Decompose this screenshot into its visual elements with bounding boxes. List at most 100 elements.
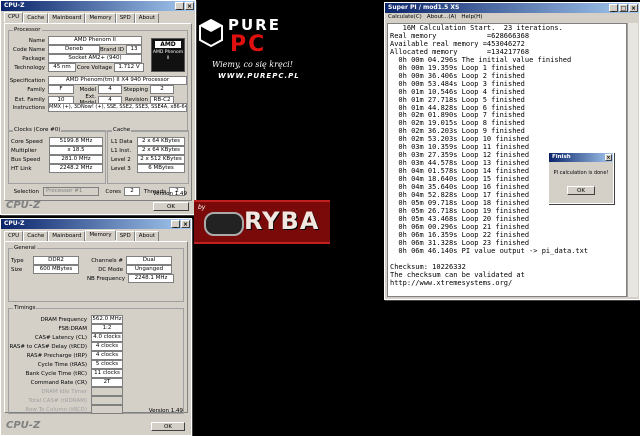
cpu-tab-panel: Processor Name AMD Phenom II Code Name D… [4, 23, 192, 201]
maximize-button[interactable]: □ [619, 4, 628, 12]
package-value: Socket AM2+ (940) [48, 54, 142, 63]
multiplier-label: Multiplier [11, 147, 37, 154]
close-button[interactable]: × [181, 220, 190, 228]
timing-label: RAS# Precharge (tRP) [26, 352, 87, 359]
corespeed-label: Core Speed [11, 138, 43, 145]
tab-cache[interactable]: Cache [23, 13, 49, 23]
cpuz-cpu-logo: CPU-Z [6, 200, 41, 211]
cpuz-cpu-version: Version 1.49 [152, 191, 187, 197]
clocks-group-title: Clocks (Core #0) [13, 127, 62, 133]
amd-phenom-logo: AMD AMD Phenom II [151, 38, 185, 72]
superpi-scrollbar[interactable] [627, 23, 638, 297]
cpuz-memory-tabs: CPU Cache Mainboard Memory SPD About [1, 229, 191, 241]
superpi-menubar: Calculate(C) About...(A) Help(H) [385, 13, 482, 22]
selection-label: Selection [13, 188, 39, 195]
tab-memory[interactable]: Memory [85, 230, 116, 240]
l1inst-value: 2 x 64 KBytes [137, 146, 185, 155]
tab-spd[interactable]: SPD [115, 231, 135, 241]
level3-value: 6 MBytes [137, 164, 185, 173]
menu-calculate[interactable]: Calculate(C) [388, 13, 422, 22]
close-button[interactable]: × [605, 154, 612, 161]
finish-title: Finish [552, 154, 571, 160]
cpuz-memory-titlebar[interactable]: CPU-Z _ × [1, 219, 191, 229]
package-label: Package [22, 55, 45, 62]
close-button[interactable]: × [185, 2, 194, 10]
finish-ok-button[interactable]: OK [567, 186, 595, 195]
l1data-value: 2 x 64 KBytes [137, 137, 185, 146]
tab-spd[interactable]: SPD [115, 13, 135, 23]
channels-label: Channels # [91, 257, 123, 264]
cores-value: 2 [124, 187, 140, 196]
menu-help[interactable]: Help(H) [461, 13, 482, 22]
model-value: 4 [98, 85, 122, 94]
tab-memory[interactable]: Memory [85, 13, 116, 23]
timing-value [91, 396, 123, 405]
timing-value: 562.0 MHz [91, 315, 123, 324]
tab-cpu[interactable]: CPU [4, 231, 24, 241]
ryba-name: RYBA [244, 207, 320, 235]
finish-dialog: Finish × PI calculation is done! OK [548, 152, 614, 204]
finish-titlebar[interactable]: Finish × [549, 153, 613, 162]
l1data-label: L1 Data [111, 138, 133, 145]
minimize-button[interactable]: _ [609, 4, 618, 12]
name-value: AMD Phenom II [48, 36, 142, 45]
superpi-title: Super PI / mod1.5 XS [388, 4, 460, 11]
tab-about[interactable]: About [134, 231, 159, 241]
instructions-value: MMX (+), 3DNow! (+), SSE, SSE2, SSE3, SS… [48, 103, 187, 112]
tab-cache[interactable]: Cache [23, 231, 49, 241]
spec-value: AMD Phenom(tm) II X4 940 Processor [48, 76, 187, 85]
timing-value: 4 clocks [91, 351, 123, 360]
minimize-button[interactable]: _ [175, 2, 184, 10]
superpi-titlebar[interactable]: Super PI / mod1.5 XS _ □ × [385, 3, 639, 13]
tab-cpu[interactable]: CPU [4, 12, 24, 22]
mem-size-label: Size [11, 266, 23, 273]
amd-badge-text: AMD Phenom II [152, 50, 184, 61]
timing-value: 4.0 clocks [91, 333, 123, 342]
timing-row: FSB:DRAM 1:2 [9, 324, 123, 333]
instructions-label: Instructions [12, 104, 45, 111]
processor-group-title: Processor [13, 27, 42, 33]
selection-dropdown[interactable]: Processor #1 [43, 187, 99, 196]
tab-mainboard[interactable]: Mainboard [48, 13, 86, 23]
timing-label: FSB:DRAM [58, 325, 87, 332]
ryba-emblem [204, 212, 244, 236]
timing-value: 5 clocks [91, 360, 123, 369]
superpi-output-line: http://www.xtremesystems.org/ [390, 278, 513, 287]
nbfreq-value: 2248.1 MHz [128, 274, 174, 283]
superpi-output-line: 0h 06m 46.140s PI value output -> pi_dat… [390, 246, 589, 255]
timing-label: Bank Cycle Time (tRC) [25, 370, 87, 377]
minimize-button[interactable]: _ [171, 220, 180, 228]
level3-label: Level 3 [111, 165, 131, 172]
cpuz-cpu-titlebar[interactable]: CPU-Z _ × [1, 1, 195, 11]
purepc-text-pc: PC [230, 32, 267, 57]
busspeed-value: 281.0 MHz [49, 155, 103, 164]
spec-label: Specification [9, 77, 45, 84]
cpuz-cpu-window: CPU-Z _ × CPU Cache Mainboard Memory SPD… [0, 0, 196, 215]
cpuz-cpu-ok-button[interactable]: OK [153, 202, 189, 211]
finish-message: PI calculation is done! [553, 170, 609, 176]
purepc-banner: PURE PC Wiemy, co się kręci! WWW.PUREPC.… [196, 8, 336, 84]
cache-group-title: Cache [112, 127, 132, 133]
menu-about[interactable]: About...(A) [427, 13, 457, 22]
cpuz-memory-version: Version 1.49 [148, 408, 183, 414]
level2-label: Level 2 [111, 156, 131, 163]
timing-value: 4 clocks [91, 342, 123, 351]
timing-label: CAS# Latency (CL) [34, 334, 87, 341]
timing-row: RAS# Precharge (tRP) 4 clocks [9, 351, 123, 360]
timing-row: DRAM Idle Timer [9, 387, 123, 396]
tab-about[interactable]: About [134, 13, 159, 23]
timing-value: 11 clocks [91, 369, 123, 378]
close-button[interactable]: × [629, 4, 638, 12]
cpuz-cpu-title: CPU-Z [4, 2, 25, 9]
codename-label: Code Name [12, 46, 45, 53]
cpuz-memory-logo: CPU-Z [6, 420, 41, 431]
tab-mainboard[interactable]: Mainboard [48, 231, 86, 241]
cpuz-memory-ok-button[interactable]: OK [151, 422, 185, 431]
purepc-tagline: Wiemy, co się kręci! [212, 60, 293, 69]
stepping-value: 2 [150, 85, 174, 94]
timing-label: DRAM Idle Timer [41, 388, 87, 395]
timing-row: CAS# Latency (CL) 4.0 clocks [9, 333, 123, 342]
multiplier-value: x 18.5 [49, 146, 103, 155]
cpuz-cpu-tabs: CPU Cache Mainboard Memory SPD About [1, 11, 195, 23]
superpi-window: Super PI / mod1.5 XS _ □ × Calculate(C) … [384, 2, 640, 300]
